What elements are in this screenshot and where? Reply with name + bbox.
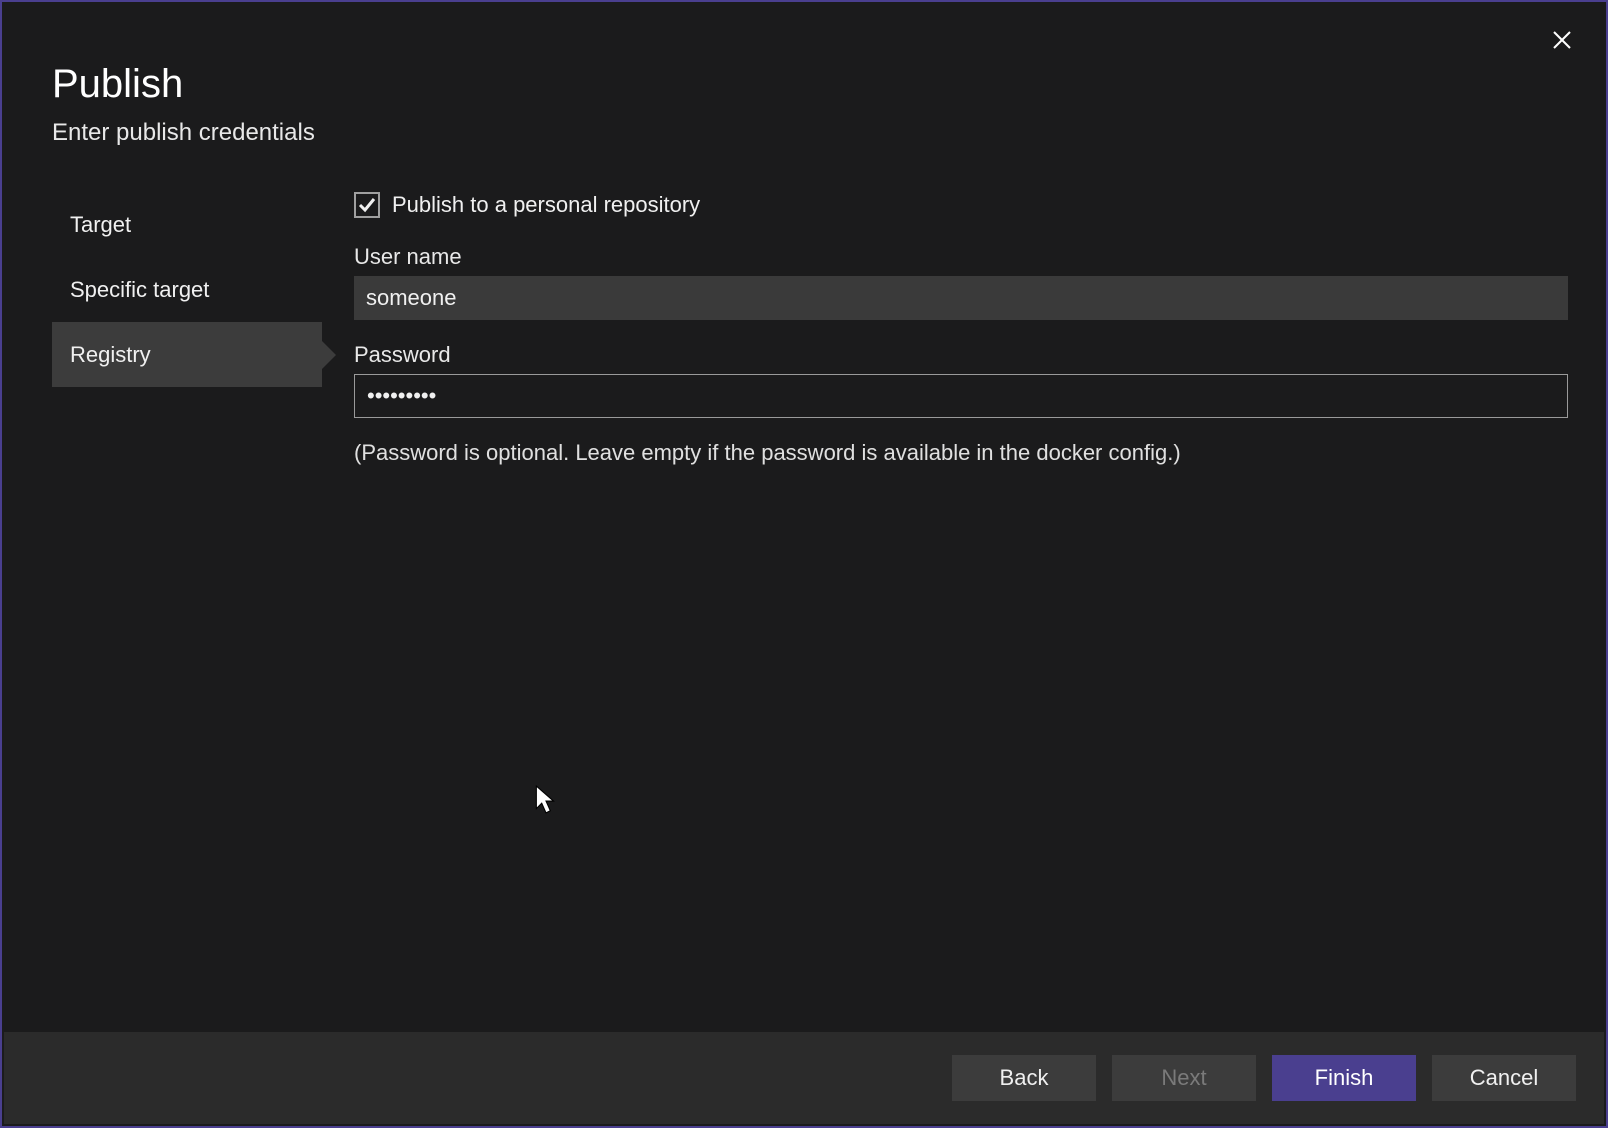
wizard-step-label: Target [70, 212, 131, 238]
close-button[interactable] [1546, 24, 1578, 56]
mouse-cursor-icon [535, 785, 557, 820]
password-field-block: Password [354, 342, 1568, 418]
username-input[interactable] [354, 276, 1568, 320]
password-hint: (Password is optional. Leave empty if th… [354, 440, 1568, 466]
cancel-button[interactable]: Cancel [1432, 1055, 1576, 1101]
dialog-header: Publish Enter publish credentials [2, 2, 1606, 147]
dialog-footer: Back Next Finish Cancel [4, 1032, 1604, 1124]
wizard-steps-sidebar: Target Specific target Registry [52, 192, 322, 466]
dialog-title: Publish [52, 62, 1606, 107]
personal-repo-checkbox[interactable] [354, 192, 380, 218]
username-label: User name [354, 244, 1568, 270]
password-input[interactable] [354, 374, 1568, 418]
personal-repo-row: Publish to a personal repository [354, 192, 1568, 218]
back-button[interactable]: Back [952, 1055, 1096, 1101]
wizard-step-specific-target[interactable]: Specific target [52, 257, 322, 322]
username-field-block: User name [354, 244, 1568, 320]
checkmark-icon [358, 196, 376, 214]
personal-repo-label: Publish to a personal repository [392, 192, 700, 218]
dialog-body: Target Specific target Registry Publish … [2, 192, 1606, 466]
wizard-step-registry[interactable]: Registry [52, 322, 322, 387]
wizard-step-label: Registry [70, 342, 151, 368]
dialog-subtitle: Enter publish credentials [52, 119, 1606, 147]
registry-form: Publish to a personal repository User na… [322, 192, 1568, 466]
wizard-step-label: Specific target [70, 277, 209, 303]
close-icon [1553, 31, 1571, 49]
finish-button[interactable]: Finish [1272, 1055, 1416, 1101]
password-label: Password [354, 342, 1568, 368]
next-button: Next [1112, 1055, 1256, 1101]
wizard-step-target[interactable]: Target [52, 192, 322, 257]
